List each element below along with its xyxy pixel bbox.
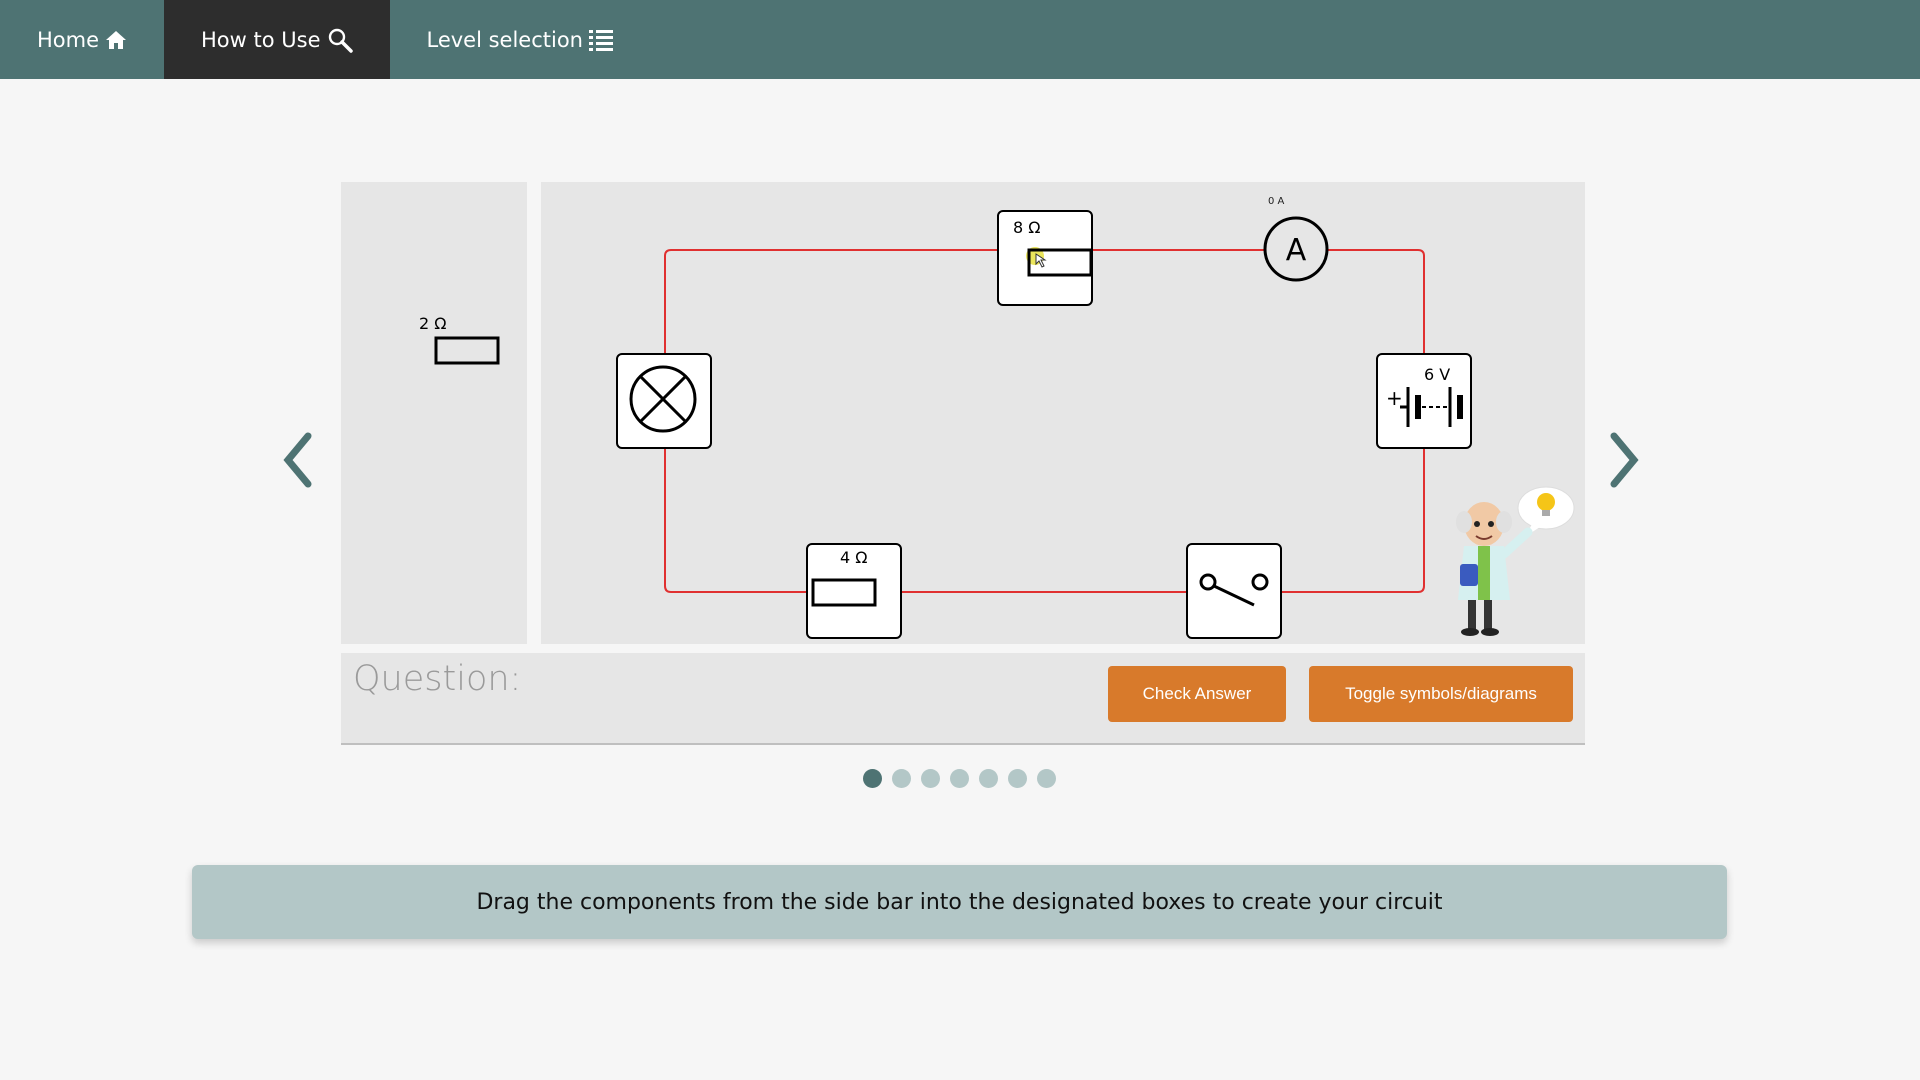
pagination-dot-1[interactable]: [863, 769, 882, 788]
ammeter-symbol: A: [1286, 233, 1307, 268]
instruction-banner: Drag the components from the side bar in…: [192, 865, 1727, 939]
resistor-icon: [811, 578, 877, 607]
nav-level-selection[interactable]: Level selection: [390, 0, 651, 79]
battery-slot[interactable]: 6 V +: [1376, 353, 1472, 449]
next-slide-arrow-icon[interactable]: [1604, 430, 1644, 490]
nav-home-label: Home: [37, 27, 100, 52]
palette-resistor-label: 2 Ω: [419, 314, 447, 333]
resistor-slot-bottom[interactable]: 4 Ω: [806, 543, 902, 639]
resistor-icon: [1026, 247, 1091, 277]
pagination-dot-3[interactable]: [921, 769, 940, 788]
list-icon: [589, 29, 613, 51]
switch-slot[interactable]: [1186, 543, 1282, 639]
ammeter-icon[interactable]: A: [1263, 216, 1329, 282]
question-label: Question:: [353, 659, 522, 699]
previous-slide-arrow-icon[interactable]: [278, 430, 318, 490]
pagination-dot-5[interactable]: [979, 769, 998, 788]
pagination-dot-6[interactable]: [1008, 769, 1027, 788]
resistor-icon: [434, 336, 500, 365]
carousel-pagination: [863, 769, 1056, 788]
top-nav: Home How to Use Level selection: [0, 0, 1920, 79]
battery-icon: +: [1386, 386, 1463, 427]
professor-mascot-icon: [1456, 486, 1575, 636]
circuit-stage: 8 Ω 0 A A 6 V + 4 Ω: [541, 182, 1585, 644]
nav-how-to-use[interactable]: How to Use: [164, 0, 390, 79]
pagination-dot-4[interactable]: [950, 769, 969, 788]
check-answer-button[interactable]: Check Answer: [1108, 666, 1286, 722]
pagination-dot-2[interactable]: [892, 769, 911, 788]
home-icon: [106, 30, 127, 49]
lamp-slot[interactable]: [616, 353, 712, 449]
resistor-slot-top[interactable]: 8 Ω: [997, 210, 1093, 306]
nav-how-to-use-label: How to Use: [201, 27, 321, 52]
component-sidebar: 2 Ω: [341, 182, 527, 644]
nav-home[interactable]: Home: [0, 0, 164, 79]
ammeter-reading: 0 A: [1268, 196, 1285, 207]
nav-level-selection-label: Level selection: [426, 27, 584, 52]
switch-icon: [1199, 573, 1269, 607]
question-bar: Question: Check Answer Toggle symbols/di…: [341, 653, 1585, 745]
search-icon: [328, 28, 353, 53]
pagination-dot-7[interactable]: [1037, 769, 1056, 788]
lamp-icon: [629, 365, 697, 433]
toggle-symbols-button[interactable]: Toggle symbols/diagrams: [1309, 666, 1573, 722]
